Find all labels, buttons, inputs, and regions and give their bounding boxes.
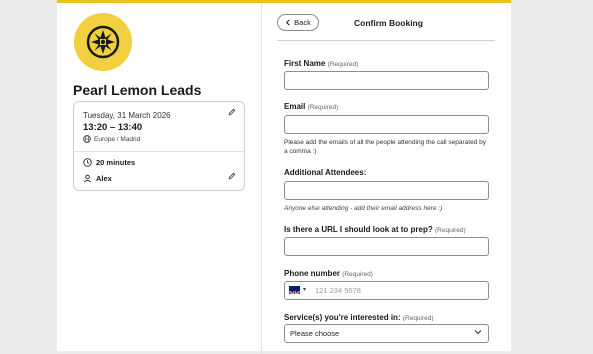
user-icon [84,174,91,183]
edit-host-button[interactable] [228,172,236,182]
chevron-down-icon [474,328,482,338]
phone-label: Phone number (Required) [284,269,373,278]
timezone-row: Europe / Madrid [83,135,140,143]
required-marker: (Required) [342,271,373,278]
phone-input[interactable]: ▾ 121 234 5678 [284,281,489,300]
services-label-text: Service(s) you're interested in: [284,313,401,322]
chevron-left-icon [286,19,290,26]
host-row: Alex [83,174,112,183]
booking-form-panel: Back Confirm Booking First Name (Require… [262,3,511,354]
url-input[interactable] [284,237,489,256]
duration-label: 20 minutes [96,158,136,167]
first-name-label: First Name (Required) [284,59,358,68]
email-input[interactable] [284,115,489,134]
pencil-icon [228,108,236,116]
required-marker: (Required) [435,227,466,234]
phone-placeholder: 121 234 5678 [315,286,361,295]
attendees-label-text: Additional Attendees: [284,168,367,177]
attendees-label: Additional Attendees: [284,168,366,177]
edit-datetime-button[interactable] [228,108,236,118]
organizer-name: Pearl Lemon Leads [73,82,202,98]
booking-datetime-section: Tuesday, 31 March 2026 13:20 – 13:40 Eur… [74,102,244,152]
lemon-slice-icon [86,25,120,59]
duration-row: 20 minutes [83,158,135,167]
header-divider [277,40,495,41]
url-label: Is there a URL I should look at to prep?… [284,225,466,234]
gb-flag-icon[interactable] [289,286,300,294]
email-help-text: Please add the emails of all the people … [284,139,486,155]
email-label-text: Email [284,102,306,111]
services-selected-value: Please choose [290,329,340,338]
country-caret-icon[interactable]: ▾ [303,286,306,293]
url-label-text: Is there a URL I should look at to prep? [284,225,433,234]
host-name: Alex [96,174,112,183]
required-marker: (Required) [327,61,359,68]
first-name-label-text: First Name [284,59,326,68]
globe-icon [83,135,91,143]
company-logo [74,13,132,71]
first-name-input[interactable] [284,71,489,90]
clock-icon [83,158,92,167]
attendees-help-text: Anyone else attending - add their email … [284,205,443,212]
phone-label-text: Phone number [284,269,341,278]
back-button[interactable]: Back [277,14,319,31]
timezone-label: Europe / Madrid [94,135,141,143]
back-label: Back [294,18,311,27]
services-select[interactable]: Please choose [284,324,489,343]
booking-time: 13:20 – 13:40 [83,122,143,133]
booking-date: Tuesday, 31 March 2026 [83,111,171,120]
required-marker: (Required) [402,315,434,322]
booking-card: Pearl Lemon Leads Tuesday, 31 March 2026… [57,0,511,354]
booking-summary-box: Tuesday, 31 March 2026 13:20 – 13:40 Eur… [73,101,245,191]
email-label: Email (Required) [284,102,338,111]
event-details-panel: Pearl Lemon Leads Tuesday, 31 March 2026… [57,3,262,354]
attendees-input[interactable] [284,181,489,200]
services-label: Service(s) you're interested in: (Requir… [284,313,434,322]
page-title: Confirm Booking [354,18,423,28]
required-marker: (Required) [307,104,339,111]
pencil-icon [228,172,236,180]
